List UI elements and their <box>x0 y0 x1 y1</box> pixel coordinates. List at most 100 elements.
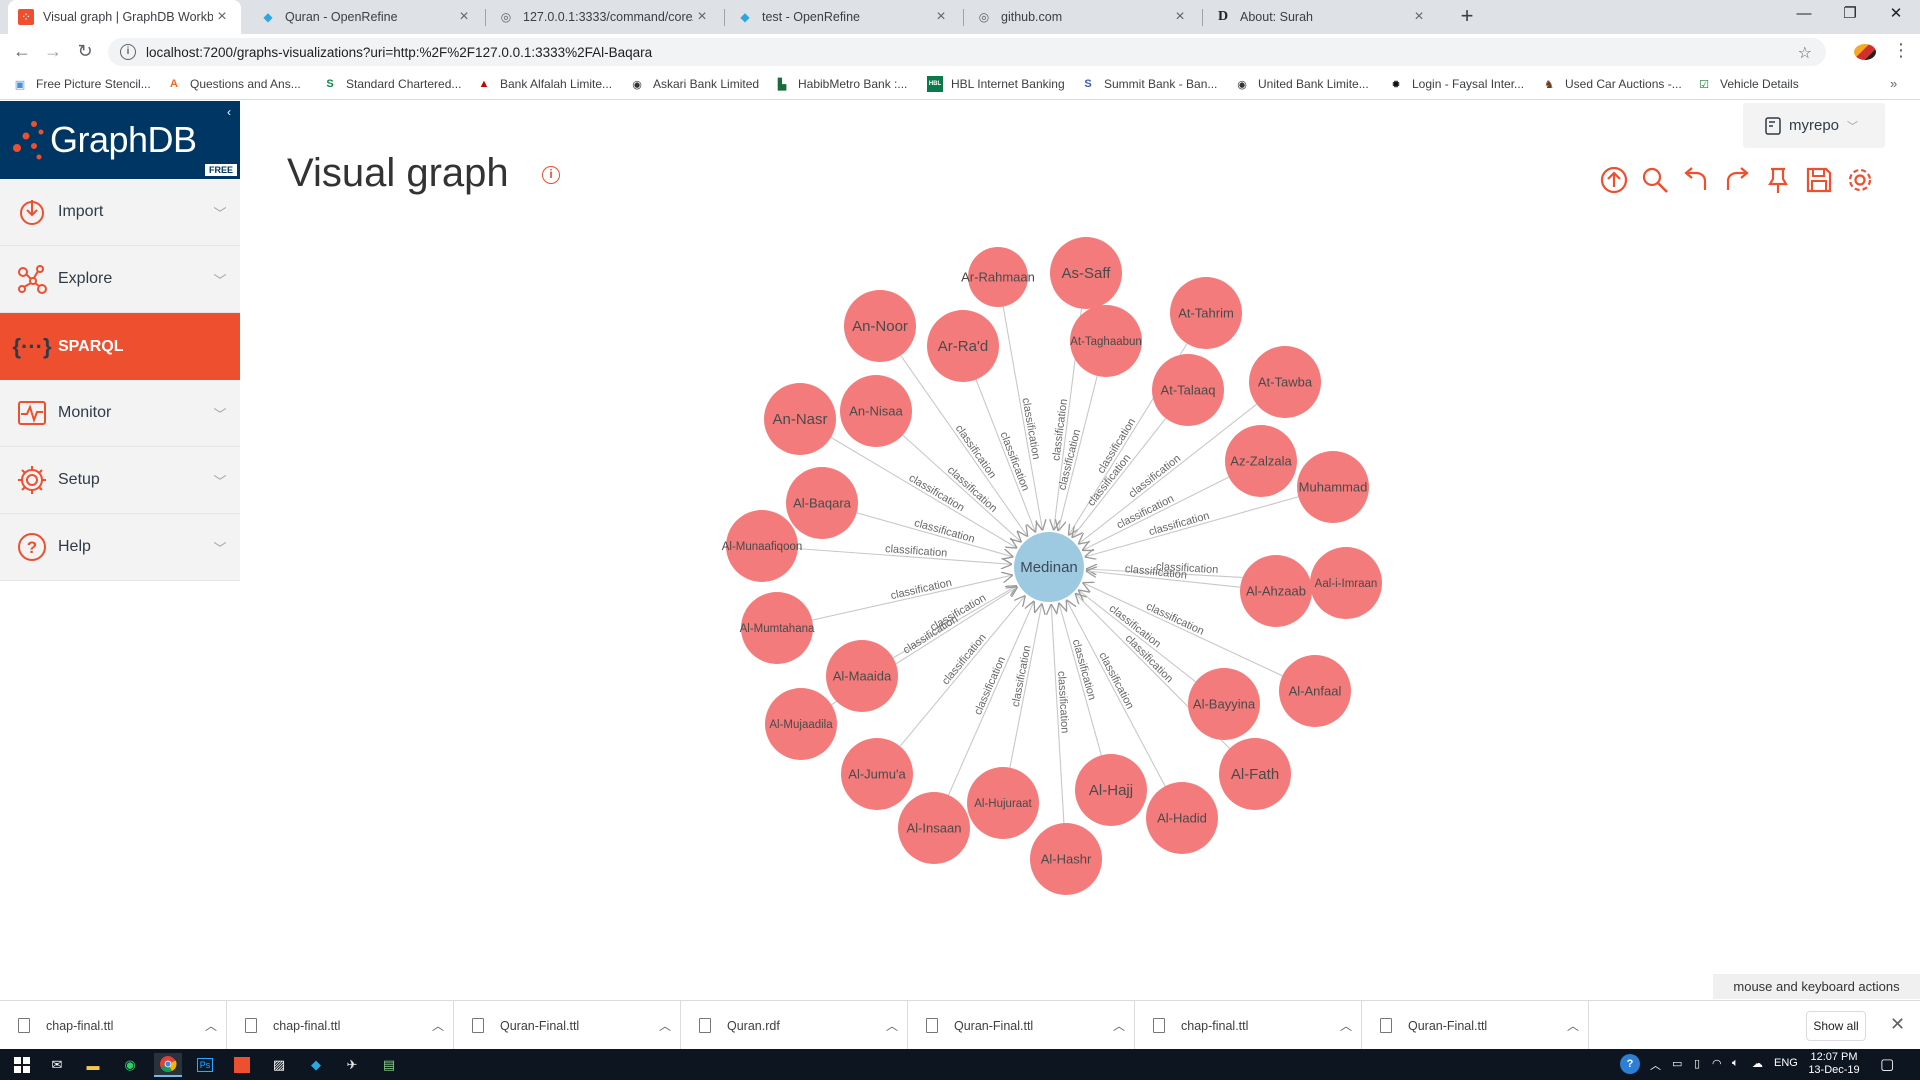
tab-separator <box>485 9 486 26</box>
search-icon[interactable] <box>1640 165 1670 195</box>
close-tab-icon[interactable]: × <box>1410 8 1428 26</box>
bookmark-item[interactable]: HBL HBL Internet Banking <box>927 76 1065 92</box>
download-item[interactable]: Quran.rdf ︿ <box>681 1001 908 1050</box>
close-window-button[interactable]: ✕ <box>1873 0 1919 30</box>
language-indicator[interactable]: ENG <box>1774 1057 1798 1069</box>
bookmark-item[interactable]: ◉ United Bank Limite... <box>1234 76 1369 92</box>
sidebar-item-setup[interactable]: Setup ﹀ <box>0 447 240 514</box>
bookmark-item[interactable]: ☑ Vehicle Details <box>1696 76 1799 92</box>
close-downloads-icon[interactable]: ✕ <box>1890 1014 1905 1035</box>
download-item[interactable]: Quran-Final.ttl ︿ <box>454 1001 681 1050</box>
reload-icon[interactable]: ↻ <box>73 40 97 64</box>
graphdb-logo[interactable]: GraphDB FREE ‹ <box>0 101 240 179</box>
chevron-up-icon[interactable]: ︿ <box>1558 1017 1588 1034</box>
openrefine-taskbar-icon[interactable]: ◆ <box>304 1053 328 1077</box>
show-all-downloads-button[interactable]: Show all <box>1806 1011 1866 1041</box>
photos-icon[interactable]: ▨ <box>267 1053 291 1077</box>
photoshop-icon[interactable]: Ps <box>193 1053 217 1077</box>
undo-icon[interactable] <box>1681 165 1711 195</box>
sidebar-item-monitor[interactable]: Monitor ﹀ <box>0 380 240 447</box>
network-tray-icon[interactable]: ▭ <box>1672 1057 1682 1070</box>
bookmark-item[interactable]: ▙ HabibMetro Bank :... <box>774 76 908 92</box>
graphdb-taskbar-icon[interactable] <box>230 1053 254 1077</box>
battery-icon[interactable]: ▯ <box>1694 1057 1700 1070</box>
bookmark-star-icon[interactable]: ☆ <box>1798 43 1812 63</box>
tab-openrefine-quran[interactable]: ◆ Quran - OpenRefine × <box>250 0 483 34</box>
bookmark-item[interactable]: S Standard Chartered... <box>322 76 461 92</box>
mouse-keyboard-actions-button[interactable]: mouse and keyboard actions <box>1713 974 1920 999</box>
browser-menu-icon[interactable]: ⋮ <box>1892 40 1910 61</box>
download-item[interactable]: chap-final.ttl ︿ <box>227 1001 454 1050</box>
chevron-up-icon[interactable]: ︿ <box>877 1017 907 1034</box>
bookmark-item[interactable]: ▣ Free Picture Stencil... <box>12 76 151 92</box>
tray-expand-icon[interactable]: ︿ <box>1650 1057 1661 1073</box>
info-icon[interactable]: i <box>542 166 560 184</box>
bookmark-item[interactable]: ◉ Askari Bank Limited <box>629 76 759 92</box>
windows-start-icon[interactable] <box>10 1053 34 1077</box>
sidebar: GraphDB FREE ‹ Import ﹀ Explore ﹀ {···} … <box>0 101 240 581</box>
bookmark-item[interactable]: ▲ Bank Alfalah Limite... <box>476 76 613 92</box>
close-tab-icon[interactable]: × <box>693 8 711 26</box>
whatsapp-icon[interactable]: ◉ <box>118 1053 142 1077</box>
wifi-icon[interactable]: ◠ <box>1712 1057 1722 1070</box>
url-text[interactable]: localhost:7200/graphs-visualizations?uri… <box>146 45 652 60</box>
notepad-icon[interactable]: ▤ <box>377 1053 401 1077</box>
chevron-up-icon[interactable]: ︿ <box>196 1017 226 1034</box>
download-item[interactable]: chap-final.ttl ︿ <box>0 1001 227 1050</box>
extension-icon[interactable] <box>1854 44 1876 60</box>
sidebar-item-sparql[interactable]: {···} SPARQL <box>0 313 240 380</box>
download-item[interactable]: Quran-Final.ttl ︿ <box>908 1001 1135 1050</box>
tab-dbpedia-surah[interactable]: D About: Surah × <box>1205 0 1438 34</box>
chevron-up-icon[interactable]: ︿ <box>1331 1017 1361 1034</box>
volume-icon[interactable]: 🔈︎ <box>1732 1057 1739 1070</box>
save-icon[interactable] <box>1804 165 1834 195</box>
tab-github[interactable]: ◎ github.com × <box>966 0 1199 34</box>
app-taskbar-icon[interactable]: ✈ <box>340 1053 364 1077</box>
tab-graphdb[interactable]: ⁘ Visual graph | GraphDB Workbench × <box>8 0 241 34</box>
collapse-sidebar-icon[interactable]: ‹ <box>222 105 236 119</box>
cloud-icon[interactable]: ☁ <box>1752 1057 1763 1070</box>
graph-node-label: Ar-Rahmaan <box>961 269 1035 284</box>
address-bar[interactable]: i localhost:7200/graphs-visualizations?u… <box>108 38 1826 66</box>
sidebar-item-help[interactable]: ? Help ﹀ <box>0 514 240 581</box>
repository-selector[interactable]: myrepo ﹀ <box>1743 103 1885 148</box>
close-tab-icon[interactable]: × <box>455 8 473 26</box>
clock[interactable]: 12:07 PM 13-Dec-19 <box>1806 1051 1862 1077</box>
maximize-window-button[interactable]: ❐ <box>1827 0 1873 30</box>
close-tab-icon[interactable]: × <box>1171 8 1189 26</box>
chevron-up-icon[interactable]: ︿ <box>1104 1017 1134 1034</box>
file-explorer-icon[interactable]: ▬ <box>81 1053 105 1077</box>
settings-icon[interactable] <box>1845 165 1875 195</box>
download-item[interactable]: Quran-Final.ttl ︿ <box>1362 1001 1589 1050</box>
bookmark-item[interactable]: S Summit Bank - Ban... <box>1080 76 1217 92</box>
chrome-icon[interactable] <box>154 1053 182 1077</box>
back-icon[interactable]: ← <box>10 40 34 64</box>
forward-icon[interactable]: → <box>41 40 65 64</box>
chevron-up-icon[interactable]: ︿ <box>423 1017 453 1034</box>
site-info-icon[interactable]: i <box>120 44 136 60</box>
upload-icon[interactable] <box>1599 165 1629 195</box>
sidebar-item-import[interactable]: Import ﹀ <box>0 179 240 246</box>
mail-icon[interactable]: ✉ <box>45 1053 69 1077</box>
sidebar-item-explore[interactable]: Explore ﹀ <box>0 246 240 313</box>
bookmark-item[interactable]: ✹ Login - Faysal Inter... <box>1388 76 1524 92</box>
bookmark-item[interactable]: ♞ Used Car Auctions -... <box>1541 76 1682 92</box>
notifications-icon[interactable]: ▢ <box>1880 1055 1894 1073</box>
tab-command-core[interactable]: ◎ 127.0.0.1:3333/command/core/e... × <box>488 0 721 34</box>
graph-node-label: Al-Hashr <box>1041 851 1092 866</box>
edge-label: classification <box>1127 453 1183 501</box>
new-tab-button[interactable]: + <box>1454 4 1480 30</box>
download-item[interactable]: chap-final.ttl ︿ <box>1135 1001 1362 1050</box>
help-tray-icon[interactable]: ? <box>1620 1054 1640 1074</box>
pin-icon[interactable] <box>1763 165 1793 195</box>
redo-icon[interactable] <box>1722 165 1752 195</box>
tab-openrefine-test[interactable]: ◆ test - OpenRefine × <box>727 0 960 34</box>
bookmark-item[interactable]: A Questions and Ans... <box>166 76 301 92</box>
minimize-window-button[interactable]: — <box>1781 0 1827 30</box>
close-tab-icon[interactable]: × <box>932 8 950 26</box>
more-bookmarks-icon[interactable]: » <box>1890 76 1897 91</box>
edge-label: classification <box>885 543 948 560</box>
close-tab-icon[interactable]: × <box>213 8 231 26</box>
sidebar-item-label: SPARQL <box>58 337 124 355</box>
chevron-up-icon[interactable]: ︿ <box>650 1017 680 1034</box>
